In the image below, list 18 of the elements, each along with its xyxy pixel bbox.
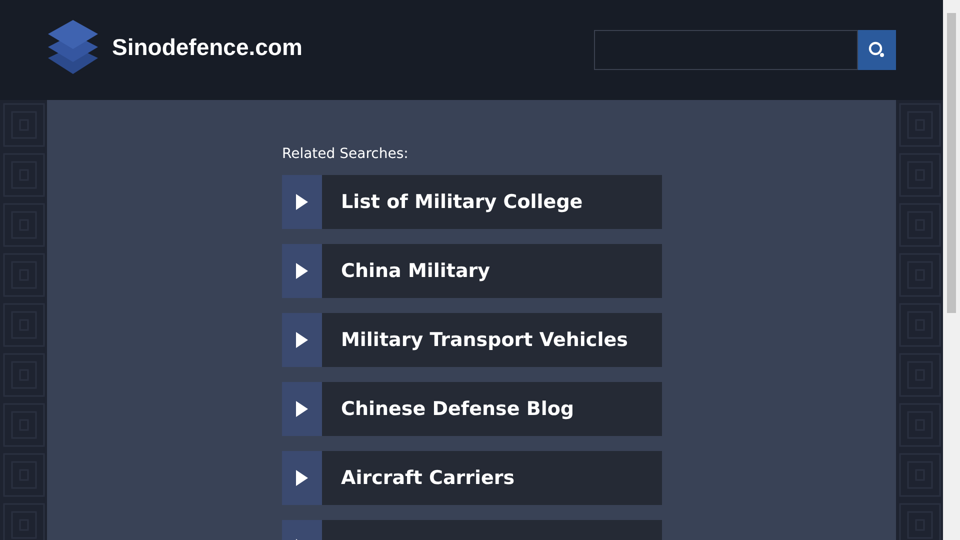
scrollbar[interactable] — [943, 0, 960, 540]
search-link[interactable]: Chinese Defense Blog — [282, 382, 662, 436]
play-arrow-icon — [296, 332, 308, 348]
play-arrow-icon — [296, 194, 308, 210]
stacked-layers-icon — [46, 18, 100, 76]
play-arrow-icon — [296, 470, 308, 486]
search-field[interactable] — [594, 30, 858, 70]
play-arrow-icon — [296, 263, 308, 279]
site-name[interactable]: Sinodefence.com — [112, 30, 302, 64]
search-link[interactable]: Aircraft Carriers — [282, 451, 662, 505]
scrollbar-thumb[interactable] — [947, 13, 956, 313]
related-heading: Related Searches: — [282, 145, 410, 164]
search-link[interactable]: List of Military College — [282, 175, 662, 229]
search-link[interactable]: Military Transport Vehicles — [282, 313, 662, 367]
play-arrow-icon — [296, 401, 308, 417]
search-link[interactable]: China Military — [282, 244, 662, 298]
search-icon — [868, 41, 886, 59]
search-button[interactable] — [858, 30, 896, 70]
